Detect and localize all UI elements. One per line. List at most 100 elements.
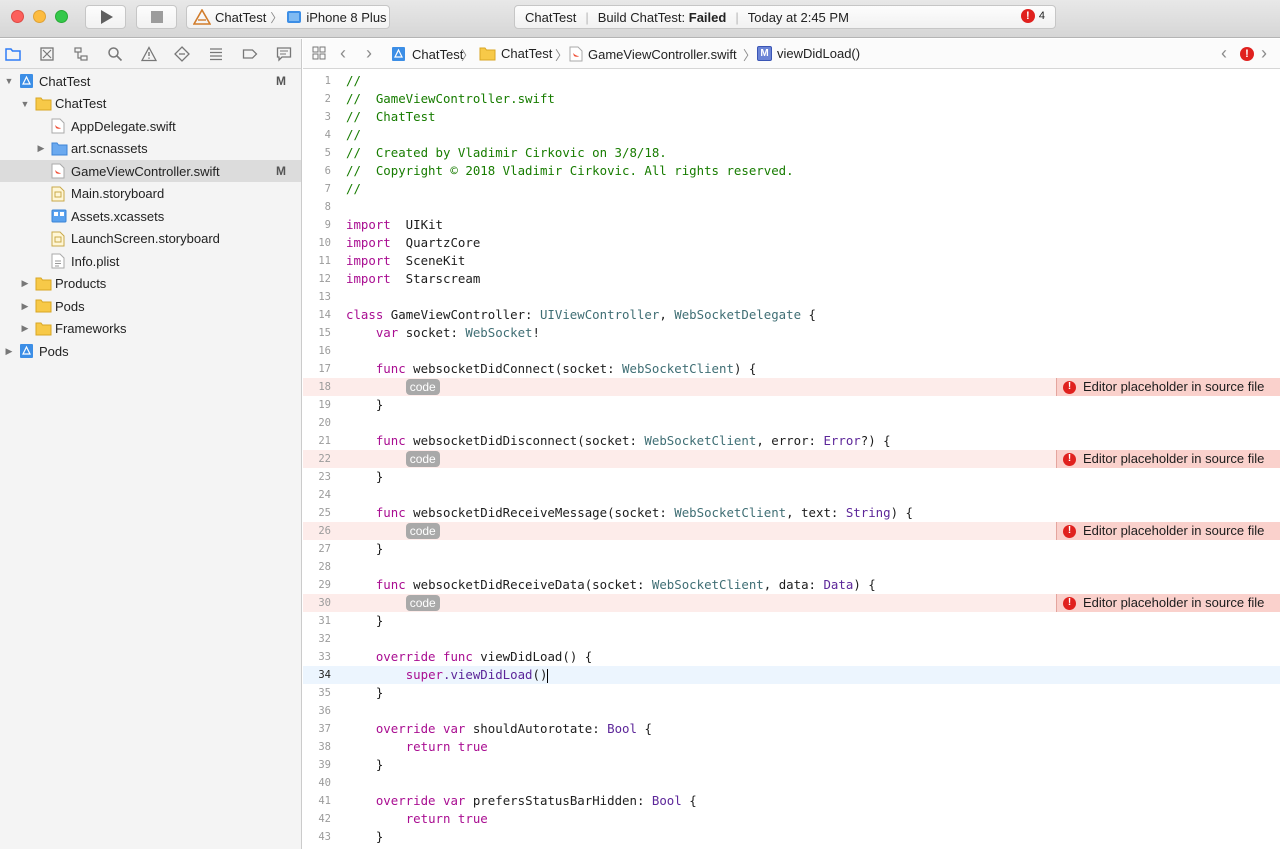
editor-placeholder-token[interactable]: code bbox=[405, 451, 440, 467]
inline-error-message[interactable]: ! Editor placeholder in source file bbox=[1056, 378, 1280, 396]
zoom-window-button[interactable] bbox=[55, 10, 68, 23]
code-line[interactable]: 20 bbox=[303, 414, 1280, 432]
navigator-item[interactable]: ▶ Products bbox=[0, 273, 301, 295]
code-line[interactable]: 9 import UIKit bbox=[303, 216, 1280, 234]
code-line[interactable]: 26 code! Editor placeholder in source fil… bbox=[303, 522, 1280, 540]
stop-button[interactable] bbox=[136, 5, 177, 29]
code-line[interactable]: 29 func websocketDidReceiveData(socket: … bbox=[303, 576, 1280, 594]
disclosure-closed-icon[interactable]: ▶ bbox=[20, 301, 30, 311]
code-line[interactable]: 30 code! Editor placeholder in source fil… bbox=[303, 594, 1280, 612]
disclosure-open-icon[interactable]: ▼ bbox=[4, 76, 14, 86]
code-line[interactable]: 15 var socket: WebSocket! bbox=[303, 324, 1280, 342]
disclosure-open-icon[interactable]: ▼ bbox=[20, 99, 30, 109]
code-line[interactable]: 36 bbox=[303, 702, 1280, 720]
code-line[interactable]: 16 bbox=[303, 342, 1280, 360]
code-line[interactable]: 40 bbox=[303, 774, 1280, 792]
disclosure-closed-icon[interactable]: ▶ bbox=[4, 346, 14, 356]
error-icon[interactable]: ! bbox=[1240, 47, 1254, 61]
code-line[interactable]: 37 override var shouldAutorotate: Bool { bbox=[303, 720, 1280, 738]
code-line[interactable]: 18 code! Editor placeholder in source fil… bbox=[303, 378, 1280, 396]
code-line[interactable]: 25 func websocketDidReceiveMessage(socke… bbox=[303, 504, 1280, 522]
next-issue-icon[interactable]: › bbox=[1261, 43, 1267, 64]
folder-icon[interactable] bbox=[4, 45, 22, 63]
code-line[interactable]: 39 } bbox=[303, 756, 1280, 774]
disclosure-closed-icon[interactable]: ▶ bbox=[20, 323, 30, 334]
code-line[interactable]: 13 bbox=[303, 288, 1280, 306]
code-line[interactable]: 28 bbox=[303, 558, 1280, 576]
code-line[interactable]: 21 func websocketDidDisconnect(socket: W… bbox=[303, 432, 1280, 450]
warning-icon[interactable] bbox=[140, 45, 158, 63]
navigator-item[interactable]: ▶ Pods bbox=[0, 295, 301, 317]
editor-placeholder-token[interactable]: code bbox=[405, 523, 440, 539]
related-items-icon[interactable] bbox=[312, 46, 326, 63]
minimize-window-button[interactable] bbox=[33, 10, 46, 23]
scheme-selector[interactable]: ChatTest 〉 iPhone 8 Plus bbox=[186, 5, 390, 29]
test-diamond-icon[interactable] bbox=[173, 45, 191, 63]
disclosure-closed-icon[interactable]: ▶ bbox=[20, 278, 30, 289]
code-line[interactable]: 34 super.viewDidLoad() bbox=[303, 666, 1280, 684]
code-line[interactable]: 12 import Starscream bbox=[303, 270, 1280, 288]
source-control-icon[interactable] bbox=[38, 45, 56, 63]
jumpbar-file[interactable]: GameViewController.swift bbox=[569, 46, 737, 62]
forward-arrow-icon[interactable]: › bbox=[366, 43, 372, 64]
jumpbar-group[interactable]: ChatTest bbox=[479, 46, 552, 61]
symbol-navigator-icon[interactable] bbox=[72, 45, 90, 63]
code-line[interactable]: 23 } bbox=[303, 468, 1280, 486]
jumpbar-symbol[interactable]: M viewDidLoad() bbox=[757, 46, 860, 61]
navigator-item[interactable]: Info.plist bbox=[0, 250, 301, 272]
code-line[interactable]: 27 } bbox=[303, 540, 1280, 558]
navigator-item[interactable]: Assets.xcassets bbox=[0, 205, 301, 227]
code-line[interactable]: 24 bbox=[303, 486, 1280, 504]
editor-placeholder-token[interactable]: code bbox=[405, 595, 440, 611]
code-line[interactable]: 2 // GameViewController.swift bbox=[303, 90, 1280, 108]
error-count-badge[interactable]: ! 4 bbox=[1020, 9, 1045, 23]
navigator-item[interactable]: ▶ art.scnassets bbox=[0, 138, 301, 160]
navigator-item[interactable]: ▶ Frameworks bbox=[0, 318, 301, 340]
source-editor[interactable]: 1 // 2 // GameViewController.swift 3 // ChatT… bbox=[303, 70, 1280, 849]
code-line[interactable]: 41 override var prefersStatusBarHidden: … bbox=[303, 792, 1280, 810]
code-line[interactable]: 10 import QuartzCore bbox=[303, 234, 1280, 252]
navigator-item[interactable]: ▼ ChatTest M bbox=[0, 70, 301, 92]
project-icon bbox=[392, 47, 405, 61]
navigator-item[interactable]: ▶ Pods bbox=[0, 340, 301, 362]
navigator-item[interactable]: AppDelegate.swift bbox=[0, 115, 301, 137]
back-arrow-icon[interactable]: ‹ bbox=[340, 43, 346, 64]
code-line[interactable]: 35 } bbox=[303, 684, 1280, 702]
code-line[interactable]: 33 override func viewDidLoad() { bbox=[303, 648, 1280, 666]
code-line[interactable]: 6 // Copyright © 2018 Vladimir Cirkovic. … bbox=[303, 162, 1280, 180]
run-button[interactable] bbox=[85, 5, 126, 29]
code-line[interactable]: 31 } bbox=[303, 612, 1280, 630]
inline-error-message[interactable]: ! Editor placeholder in source file bbox=[1056, 594, 1280, 612]
navigator-item[interactable]: LaunchScreen.storyboard bbox=[0, 228, 301, 250]
navigator-item[interactable]: GameViewController.swift M bbox=[0, 160, 301, 182]
close-window-button[interactable] bbox=[11, 10, 24, 23]
code-line[interactable]: 19 } bbox=[303, 396, 1280, 414]
report-icon[interactable] bbox=[275, 45, 293, 63]
inline-error-message[interactable]: ! Editor placeholder in source file bbox=[1056, 450, 1280, 468]
navigator-item[interactable]: Main.storyboard bbox=[0, 183, 301, 205]
navigator-item[interactable]: ▼ ChatTest bbox=[0, 93, 301, 115]
code-line[interactable]: 17 func websocketDidConnect(socket: WebS… bbox=[303, 360, 1280, 378]
previous-issue-icon[interactable]: ‹ bbox=[1221, 43, 1227, 64]
breakpoint-icon[interactable] bbox=[241, 45, 259, 63]
debug-list-icon[interactable] bbox=[207, 45, 225, 63]
code-line[interactable]: 38 return true bbox=[303, 738, 1280, 756]
inline-error-message[interactable]: ! Editor placeholder in source file bbox=[1056, 522, 1280, 540]
code-line[interactable]: 32 bbox=[303, 630, 1280, 648]
code-line[interactable]: 14 class GameViewController: UIViewContro… bbox=[303, 306, 1280, 324]
code-line[interactable]: 11 import SceneKit bbox=[303, 252, 1280, 270]
jumpbar-project[interactable]: ChatTest bbox=[391, 46, 463, 62]
code-line[interactable]: 1 // bbox=[303, 72, 1280, 90]
code-line[interactable]: 22 code! Editor placeholder in source fil… bbox=[303, 450, 1280, 468]
search-icon[interactable] bbox=[106, 45, 124, 63]
code-line[interactable]: 3 // ChatTest bbox=[303, 108, 1280, 126]
code-line[interactable]: 4 // bbox=[303, 126, 1280, 144]
code-line[interactable]: 5 // Created by Vladimir Cirkovic on 3/8/… bbox=[303, 144, 1280, 162]
activity-viewer[interactable]: ChatTest | Build ChatTest: Failed | Toda… bbox=[514, 5, 1056, 29]
code-line[interactable]: 8 bbox=[303, 198, 1280, 216]
code-line[interactable]: 42 return true bbox=[303, 810, 1280, 828]
code-line[interactable]: 7 // bbox=[303, 180, 1280, 198]
code-line[interactable]: 43 } bbox=[303, 828, 1280, 846]
editor-placeholder-token[interactable]: code bbox=[405, 379, 440, 395]
disclosure-closed-icon[interactable]: ▶ bbox=[36, 143, 46, 154]
